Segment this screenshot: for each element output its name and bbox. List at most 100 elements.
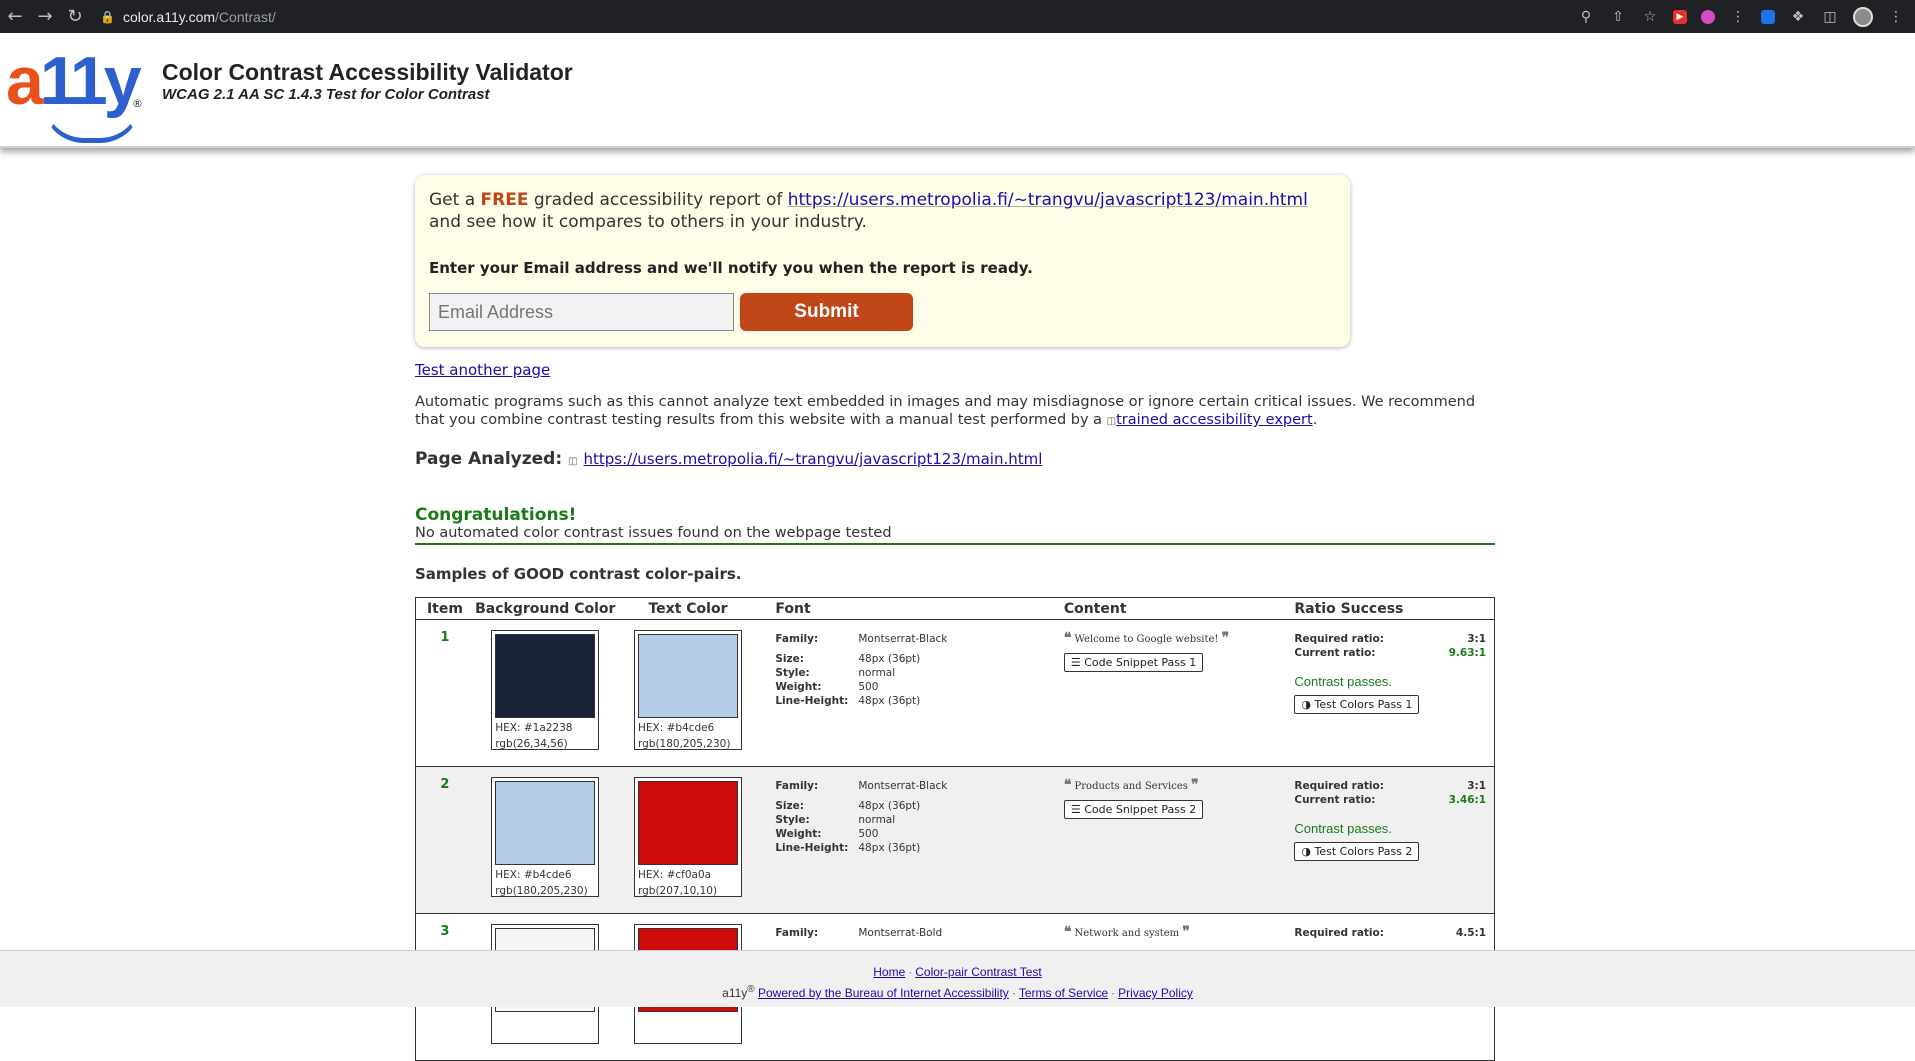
- background-color-swatch: [495, 781, 596, 865]
- contrast-icon: ◑: [1301, 698, 1311, 711]
- logo-text: a11y: [6, 43, 142, 119]
- font-family-value: Montserrat-Black: [858, 780, 948, 792]
- extension-gray-icon[interactable]: ⋮: [1729, 8, 1747, 26]
- submit-button[interactable]: Submit: [740, 293, 913, 331]
- header-text-color: Text Color: [648, 600, 728, 617]
- background-color-swatch: [495, 634, 596, 718]
- background-rgb: rgb(180,205,230): [495, 885, 588, 897]
- congrats-heading: Congratulations!: [415, 505, 577, 525]
- extension-pink-icon[interactable]: [1701, 9, 1715, 24]
- required-ratio: 3:1: [1467, 633, 1487, 645]
- side-panel-icon[interactable]: ◫: [1821, 8, 1839, 26]
- reload-icon[interactable]: ↻: [60, 0, 90, 33]
- test-colors-button[interactable]: ◑ Test Colors Pass 2: [1294, 842, 1420, 861]
- page-analyzed: Page Analyzed: ◫ https://users.metropolia…: [415, 449, 1043, 469]
- samples-heading: Samples of GOOD contrast color-pairs.: [415, 565, 742, 583]
- font-size-value: 48px (36pt): [858, 653, 921, 665]
- open-quote-icon: ❝: [1063, 925, 1072, 940]
- header-ratio-success: Ratio Success: [1294, 600, 1404, 617]
- promo-report-url-link[interactable]: https://users.metropolia.fi/~trangvu/jav…: [788, 190, 1308, 210]
- footer-tos-link[interactable]: Terms of Service: [1019, 986, 1108, 1000]
- text-rgb: rgb(207,10,10): [637, 885, 718, 897]
- ratio-details: Required ratio: 3:1 Current ratio: 3.46:1 …: [1294, 767, 1494, 913]
- header-item: Item: [426, 600, 463, 617]
- a11y-logo[interactable]: a11y ®: [6, 41, 146, 143]
- font-style-value: normal: [858, 667, 896, 679]
- table-row: 1 HEX: #1a2238 rgb(26,34,56) HEX: #b4cde…: [416, 620, 1494, 767]
- email-field[interactable]: [429, 293, 734, 331]
- address-bar[interactable]: 🔒 color.a11y.com/Contrast/: [100, 0, 276, 33]
- url-host: color.a11y.com: [122, 8, 216, 25]
- required-ratio: 3:1: [1467, 780, 1487, 792]
- content-text: Products and Services: [1074, 781, 1188, 792]
- open-quote-icon: ❝: [1063, 631, 1072, 646]
- footer-pair-test-link[interactable]: Color-pair Contrast Test: [915, 965, 1042, 979]
- congrats-message: No automated color contrast issues found…: [415, 525, 1495, 545]
- footer-reg-mark: ®: [747, 984, 755, 995]
- test-another-page-link[interactable]: Test another page: [415, 361, 550, 379]
- free-label: FREE: [480, 190, 529, 210]
- zoom-icon[interactable]: ⚲: [1577, 8, 1595, 26]
- text-hex: HEX: #b4cde6: [637, 722, 715, 734]
- footer-privacy-link[interactable]: Privacy Policy: [1118, 986, 1193, 1000]
- background-rgb: rgb(26,34,56): [495, 738, 568, 750]
- footer-powered-link[interactable]: Powered by the Bureau of Internet Access…: [758, 986, 1009, 1000]
- table-header: Item Background Color Text Color Font Co…: [416, 598, 1494, 620]
- close-quote-icon: ❞: [1191, 778, 1199, 793]
- list-icon: ☰: [1070, 803, 1081, 816]
- text-color-swatch: [637, 781, 738, 865]
- line-height-value: 48px (36pt): [858, 842, 921, 854]
- page-subtitle: WCAG 2.1 AA SC 1.4.3 Test for Color Cont…: [162, 86, 490, 103]
- footer-home-link[interactable]: Home: [873, 965, 905, 979]
- text-color-swatch: [637, 634, 738, 718]
- open-quote-icon: ❝: [1063, 778, 1072, 793]
- site-header: a11y ® Color Contrast Accessibility Vali…: [0, 33, 1915, 148]
- close-quote-icon: ❞: [1221, 631, 1230, 646]
- row-number: 2: [440, 777, 450, 792]
- font-details: Family: Montserrat-Black Size: 48px (36pt)…: [775, 780, 948, 854]
- content-text: Welcome to Google website!: [1074, 634, 1219, 645]
- background-swatch-card: HEX: #1a2238 rgb(26,34,56): [491, 630, 600, 750]
- logo-registered-mark: ®: [132, 97, 143, 110]
- contrast-passes: Contrast passes.: [1294, 821, 1392, 836]
- menu-dots-icon[interactable]: ⋮: [1887, 8, 1905, 26]
- background-hex: HEX: #b4cde6: [495, 869, 572, 881]
- share-icon[interactable]: ⇧: [1609, 8, 1627, 26]
- star-icon[interactable]: ☆: [1641, 8, 1659, 26]
- font-family-value: Montserrat-Black: [858, 633, 948, 645]
- analyzed-url-link[interactable]: https://users.metropolia.fi/~trangvu/jav…: [584, 450, 1043, 468]
- profile-avatar[interactable]: [1853, 6, 1873, 27]
- url-path: /Contrast/: [215, 8, 276, 25]
- required-ratio: 4.5:1: [1455, 927, 1487, 939]
- main-content: Get a FREE graded accessibility report o…: [415, 175, 1495, 1061]
- extension-red-icon[interactable]: ▶: [1673, 9, 1687, 24]
- font-family-value: Montserrat-Bold: [858, 927, 943, 939]
- ratio-details: Required ratio: 3:1 Current ratio: 9.63:1 …: [1294, 620, 1494, 766]
- font-weight-value: 500: [858, 681, 879, 693]
- disclaimer-text: Automatic programs such as this cannot a…: [415, 394, 1476, 428]
- font-weight-value: 500: [858, 828, 879, 840]
- text-hex: HEX: #cf0a0a: [637, 869, 712, 881]
- font-style-value: normal: [858, 814, 896, 826]
- line-height-value: 48px (36pt): [858, 695, 921, 707]
- content-sample: ❝ Products and Services ❞ ☰ Code Snippet…: [1063, 767, 1295, 913]
- close-quote-icon: ❞: [1182, 925, 1190, 940]
- forward-arrow-icon[interactable]: →: [30, 0, 60, 33]
- puzzle-icon[interactable]: ❖: [1789, 8, 1807, 26]
- code-snippet-button[interactable]: ☰ Code Snippet Pass 1: [1063, 653, 1204, 672]
- code-snippet-button[interactable]: ☰ Code Snippet Pass 2: [1063, 800, 1204, 819]
- text-rgb: rgb(180,205,230): [637, 738, 731, 750]
- header-content: Content: [1063, 600, 1127, 617]
- back-arrow-icon[interactable]: ←: [0, 0, 30, 33]
- font-details: Family: Montserrat-Black Size: 48px (36pt)…: [775, 633, 948, 707]
- background-swatch-card: HEX: #b4cde6 rgb(180,205,230): [491, 777, 600, 897]
- page-footer: Home · Color-pair Contrast Test a11y® Powe…: [0, 950, 1915, 1007]
- test-colors-button[interactable]: ◑ Test Colors Pass 1: [1294, 695, 1420, 714]
- external-link-icon: ◫: [568, 456, 578, 467]
- list-icon: ☰: [1070, 656, 1081, 669]
- extension-blue-icon[interactable]: [1761, 9, 1775, 24]
- text-swatch-card: HEX: #cf0a0a rgb(207,10,10): [633, 777, 742, 897]
- contrast-icon: ◑: [1301, 845, 1311, 858]
- table-row: 2 HEX: #b4cde6 rgb(180,205,230) HEX: #cf…: [416, 767, 1494, 914]
- trained-expert-link[interactable]: trained accessibility expert: [1116, 412, 1313, 428]
